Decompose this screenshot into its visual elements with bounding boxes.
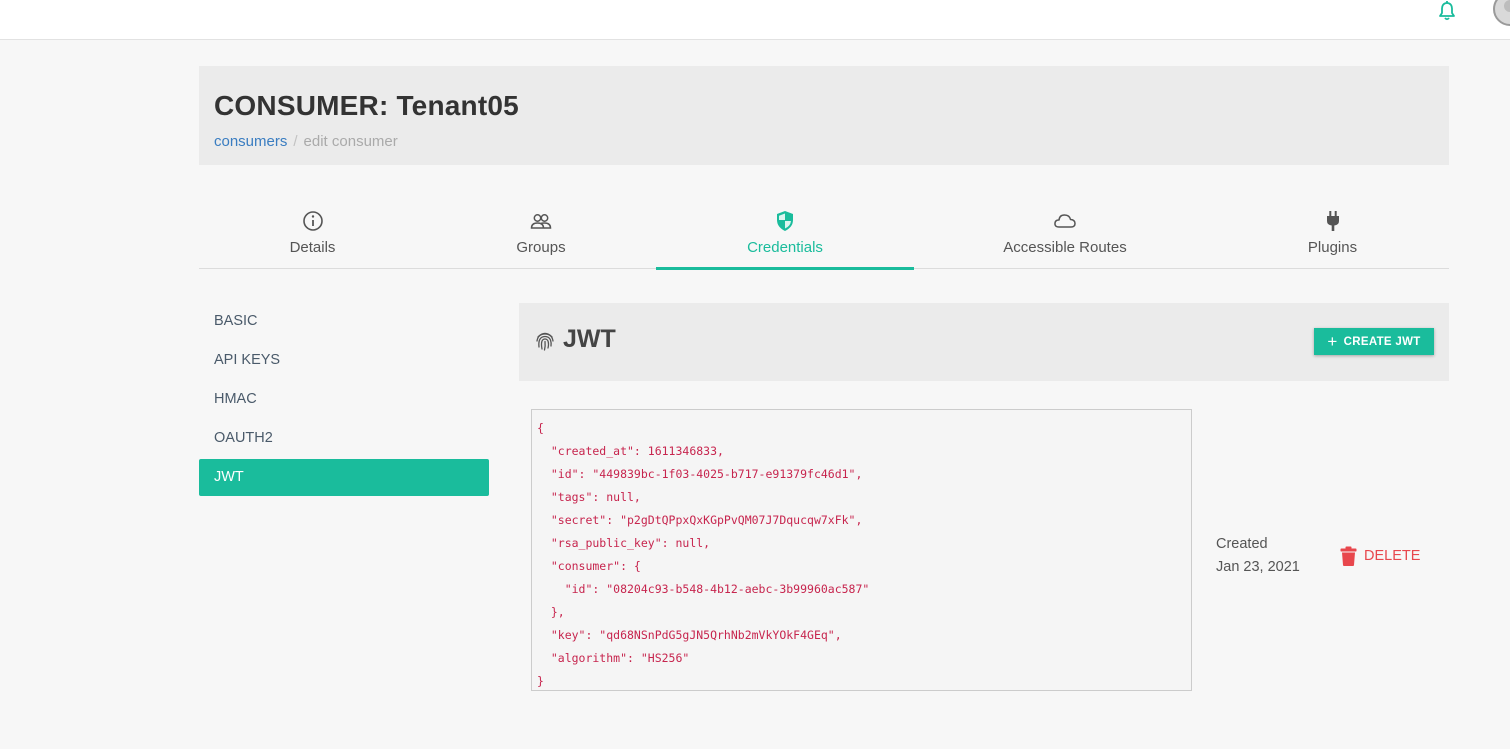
sidenav-item-oauth2[interactable]: OAUTH2 <box>199 420 489 457</box>
sidenav-item-api-keys[interactable]: API KEYS <box>199 342 489 379</box>
page-header: CONSUMER: Tenant05 consumers / edit consum… <box>199 66 1449 165</box>
jwt-section-header: JWT + CREATE JWT <box>519 303 1449 381</box>
trash-icon <box>1340 546 1357 566</box>
sidenav-item-basic[interactable]: BASIC <box>199 303 489 340</box>
breadcrumb: consumers / edit consumer <box>214 133 398 150</box>
info-icon <box>302 211 323 231</box>
tab-credentials-label: Credentials <box>747 239 823 256</box>
create-jwt-button[interactable]: + CREATE JWT <box>1314 328 1434 355</box>
credentials-side-nav: BASIC API KEYS HMAC OAUTH2 JWT <box>199 303 489 498</box>
tab-accessible-routes[interactable]: Accessible Routes <box>914 200 1216 269</box>
tab-details[interactable]: Details <box>199 200 426 269</box>
plus-icon: + <box>1327 332 1338 351</box>
delete-jwt-button[interactable]: DELETE <box>1340 544 1420 568</box>
users-icon <box>530 214 552 229</box>
fingerprint-icon <box>536 332 554 351</box>
created-date: Jan 23, 2021 <box>1216 559 1300 575</box>
avatar[interactable] <box>1493 0 1510 26</box>
jwt-credential-json: { "created_at": 1611346833, "id": "44983… <box>531 409 1192 691</box>
tab-accessible-routes-label: Accessible Routes <box>1003 239 1127 256</box>
shield-icon <box>777 211 793 231</box>
plug-icon <box>1326 211 1339 231</box>
tab-credentials[interactable]: Credentials <box>656 200 914 270</box>
bell-icon[interactable] <box>1436 0 1458 22</box>
create-jwt-label: CREATE JWT <box>1343 335 1421 348</box>
created-info: Created Jan 23, 2021 <box>1216 533 1300 579</box>
jwt-section-title: JWT <box>563 325 616 353</box>
tab-details-label: Details <box>289 239 336 256</box>
page-title: CONSUMER: Tenant05 <box>214 90 519 121</box>
cloud-icon <box>1054 214 1076 228</box>
tab-groups[interactable]: Groups <box>426 200 656 269</box>
top-bar <box>0 0 1510 40</box>
tab-plugins-label: Plugins <box>1307 239 1358 256</box>
sidenav-item-jwt[interactable]: JWT <box>199 459 489 496</box>
tab-bar: Details Groups Credentials Accessible Ro… <box>199 200 1449 270</box>
tab-plugins[interactable]: Plugins <box>1216 200 1449 269</box>
sidenav-item-hmac[interactable]: HMAC <box>199 381 489 418</box>
breadcrumb-current: edit consumer <box>303 133 398 150</box>
jwt-json-code: { "created_at": 1611346833, "id": "44983… <box>537 421 870 688</box>
created-label: Created <box>1216 536 1268 552</box>
breadcrumb-separator: / <box>293 133 298 150</box>
tab-groups-label: Groups <box>516 239 566 256</box>
delete-label: DELETE <box>1364 548 1421 564</box>
breadcrumb-consumers-link[interactable]: consumers <box>214 133 287 150</box>
